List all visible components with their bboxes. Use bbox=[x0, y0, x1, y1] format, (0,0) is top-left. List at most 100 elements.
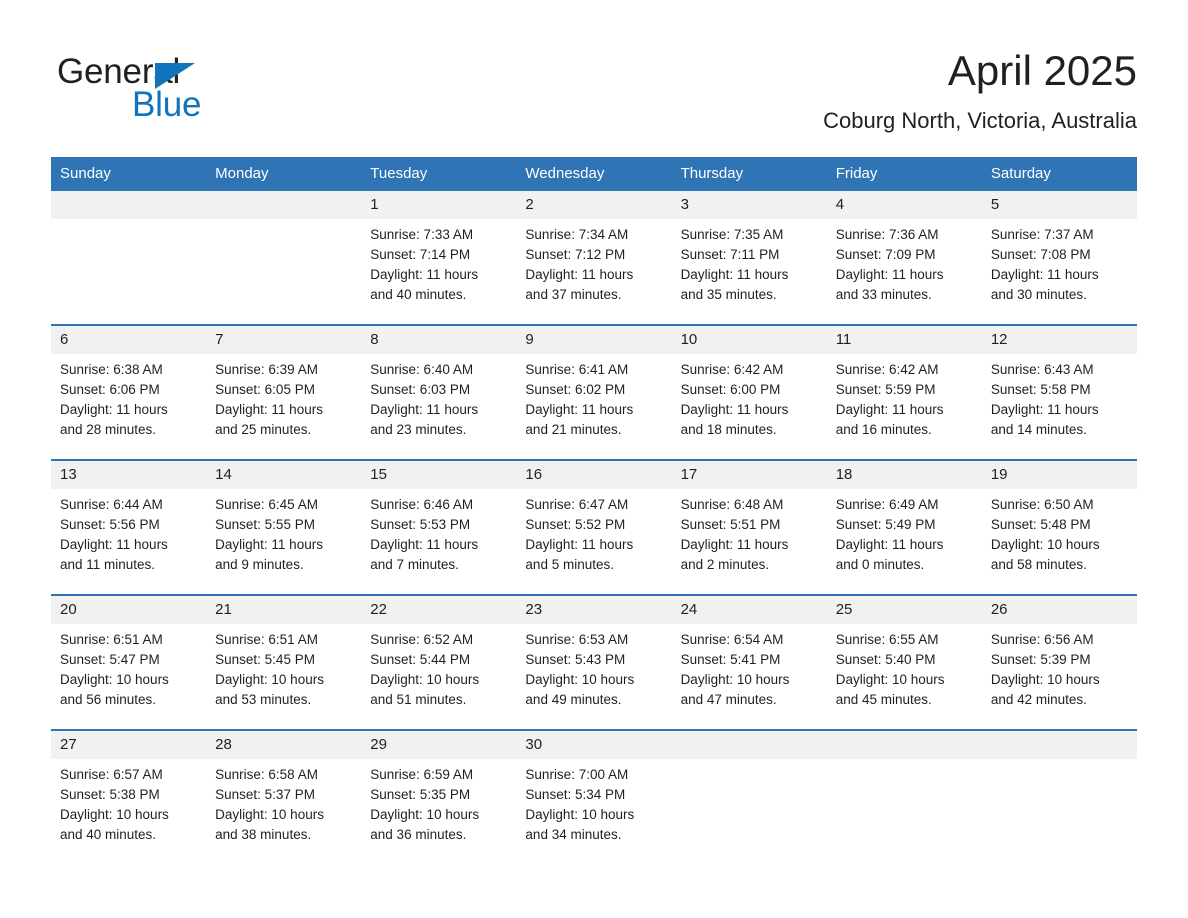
calendar-table: Sunday Monday Tuesday Wednesday Thursday… bbox=[51, 157, 1137, 864]
logo-text-blue: Blue bbox=[132, 85, 202, 124]
day-number: 25 bbox=[826, 596, 982, 624]
day-number: 3 bbox=[671, 191, 827, 219]
page-header: General Blue April 2025 Coburg North, Vi… bbox=[0, 0, 1188, 155]
day-details: Sunrise: 6:58 AM Sunset: 5:37 PM Dayligh… bbox=[215, 767, 324, 842]
day-number: 18 bbox=[826, 461, 982, 489]
day-cell[interactable]: 14 Sunrise: 6:45 AM Sunset: 5:55 PM Dayli… bbox=[206, 459, 362, 595]
day-details: Sunrise: 6:47 AM Sunset: 5:52 PM Dayligh… bbox=[525, 497, 634, 572]
day-cell[interactable]: 11 Sunrise: 6:42 AM Sunset: 5:59 PM Dayli… bbox=[826, 324, 982, 460]
day-cell[interactable]: 4 Sunrise: 7:36 AM Sunset: 7:09 PM Daylig… bbox=[826, 191, 982, 325]
day-details: Sunrise: 6:43 AM Sunset: 5:58 PM Dayligh… bbox=[990, 362, 1099, 437]
day-cell[interactable]: 29 Sunrise: 6:59 AM Sunset: 5:35 PM Dayli… bbox=[361, 729, 517, 864]
day-details: Sunrise: 7:00 AM Sunset: 5:34 PM Dayligh… bbox=[525, 767, 635, 842]
day-number: 9 bbox=[516, 326, 672, 354]
day-number: 21 bbox=[206, 596, 362, 624]
day-cell[interactable]: 2 Sunrise: 7:34 AM Sunset: 7:12 PM Daylig… bbox=[516, 191, 672, 325]
weekday-header-sunday: Sunday bbox=[51, 157, 207, 191]
day-details: Sunrise: 7:34 AM Sunset: 7:12 PM Dayligh… bbox=[525, 227, 634, 302]
title-block: April 2025 Coburg North, Victoria, Austr… bbox=[823, 46, 1137, 135]
day-number: 17 bbox=[671, 461, 827, 489]
day-number: 5 bbox=[981, 191, 1137, 219]
day-cell[interactable]: 5 Sunrise: 7:37 AM Sunset: 7:08 PM Daylig… bbox=[981, 191, 1137, 325]
day-cell[interactable]: 22 Sunrise: 6:52 AM Sunset: 5:44 PM Dayli… bbox=[361, 594, 517, 730]
calendar-page: General Blue April 2025 Coburg North, Vi… bbox=[0, 0, 1188, 918]
day-cell[interactable]: 6 Sunrise: 6:38 AM Sunset: 6:06 PM Daylig… bbox=[51, 324, 207, 460]
general-blue-logo[interactable]: General Blue bbox=[57, 52, 317, 130]
day-details: Sunrise: 6:59 AM Sunset: 5:35 PM Dayligh… bbox=[370, 767, 480, 842]
calendar-week-row: 13 Sunrise: 6:44 AM Sunset: 5:56 PM Dayli… bbox=[51, 459, 1137, 595]
day-details: Sunrise: 7:35 AM Sunset: 7:11 PM Dayligh… bbox=[680, 227, 789, 302]
weekday-header-wednesday: Wednesday bbox=[516, 157, 672, 191]
day-number: 30 bbox=[516, 731, 672, 759]
day-number bbox=[51, 191, 207, 219]
day-cell[interactable]: 17 Sunrise: 6:48 AM Sunset: 5:51 PM Dayli… bbox=[671, 459, 827, 595]
day-cell[interactable]: 13 Sunrise: 6:44 AM Sunset: 5:56 PM Dayli… bbox=[51, 459, 207, 595]
day-cell[interactable]: 27 Sunrise: 6:57 AM Sunset: 5:38 PM Dayli… bbox=[51, 729, 207, 864]
day-cell[interactable]: 24 Sunrise: 6:54 AM Sunset: 5:41 PM Dayli… bbox=[671, 594, 827, 730]
day-cell[interactable]: 15 Sunrise: 6:46 AM Sunset: 5:53 PM Dayli… bbox=[361, 459, 517, 595]
day-cell[interactable]: 7 Sunrise: 6:39 AM Sunset: 6:05 PM Daylig… bbox=[206, 324, 362, 460]
day-number: 2 bbox=[516, 191, 672, 219]
day-details: Sunrise: 6:55 AM Sunset: 5:40 PM Dayligh… bbox=[835, 632, 945, 707]
day-number: 10 bbox=[671, 326, 827, 354]
day-cell[interactable] bbox=[981, 729, 1137, 864]
day-number bbox=[206, 191, 362, 219]
day-details: Sunrise: 6:42 AM Sunset: 6:00 PM Dayligh… bbox=[680, 362, 789, 437]
day-number bbox=[671, 731, 827, 759]
day-cell[interactable]: 30 Sunrise: 7:00 AM Sunset: 5:34 PM Dayli… bbox=[516, 729, 672, 864]
day-number: 13 bbox=[51, 461, 207, 489]
day-number: 1 bbox=[361, 191, 517, 219]
calendar-week-row: 1 Sunrise: 7:33 AM Sunset: 7:14 PM Daylig… bbox=[51, 191, 1137, 325]
calendar-grid: Sunday Monday Tuesday Wednesday Thursday… bbox=[51, 157, 1137, 864]
day-cell[interactable]: 16 Sunrise: 6:47 AM Sunset: 5:52 PM Dayli… bbox=[516, 459, 672, 595]
weekday-header-tuesday: Tuesday bbox=[361, 157, 517, 191]
day-details: Sunrise: 6:48 AM Sunset: 5:51 PM Dayligh… bbox=[680, 497, 789, 572]
day-cell[interactable] bbox=[826, 729, 982, 864]
day-details bbox=[206, 219, 361, 225]
day-cell[interactable]: 20 Sunrise: 6:51 AM Sunset: 5:47 PM Dayli… bbox=[51, 594, 207, 730]
calendar-body: 1 Sunrise: 7:33 AM Sunset: 7:14 PM Daylig… bbox=[51, 191, 1137, 864]
day-number: 20 bbox=[51, 596, 207, 624]
day-details: Sunrise: 6:51 AM Sunset: 5:45 PM Dayligh… bbox=[215, 632, 324, 707]
day-cell[interactable] bbox=[671, 729, 827, 864]
day-details: Sunrise: 6:45 AM Sunset: 5:55 PM Dayligh… bbox=[215, 497, 323, 572]
day-details: Sunrise: 6:56 AM Sunset: 5:39 PM Dayligh… bbox=[990, 632, 1100, 707]
day-number: 19 bbox=[981, 461, 1137, 489]
day-number: 27 bbox=[51, 731, 207, 759]
day-cell[interactable] bbox=[51, 191, 207, 325]
day-cell[interactable]: 1 Sunrise: 7:33 AM Sunset: 7:14 PM Daylig… bbox=[361, 191, 517, 325]
day-cell[interactable]: 9 Sunrise: 6:41 AM Sunset: 6:02 PM Daylig… bbox=[516, 324, 672, 460]
day-number: 8 bbox=[361, 326, 517, 354]
day-cell[interactable]: 28 Sunrise: 6:58 AM Sunset: 5:37 PM Dayli… bbox=[206, 729, 362, 864]
day-details: Sunrise: 6:40 AM Sunset: 6:03 PM Dayligh… bbox=[370, 362, 479, 437]
day-number bbox=[826, 731, 982, 759]
day-cell[interactable]: 23 Sunrise: 6:53 AM Sunset: 5:43 PM Dayli… bbox=[516, 594, 672, 730]
day-number: 24 bbox=[671, 596, 827, 624]
weekday-header-saturday: Saturday bbox=[981, 157, 1137, 191]
day-cell[interactable]: 26 Sunrise: 6:56 AM Sunset: 5:39 PM Dayli… bbox=[981, 594, 1137, 730]
day-number: 28 bbox=[206, 731, 362, 759]
day-details: Sunrise: 6:39 AM Sunset: 6:05 PM Dayligh… bbox=[215, 362, 323, 437]
day-cell[interactable]: 19 Sunrise: 6:50 AM Sunset: 5:48 PM Dayli… bbox=[981, 459, 1137, 595]
day-number: 16 bbox=[516, 461, 672, 489]
day-number: 29 bbox=[361, 731, 517, 759]
day-cell[interactable] bbox=[206, 191, 362, 325]
day-cell[interactable]: 12 Sunrise: 6:43 AM Sunset: 5:58 PM Dayli… bbox=[981, 324, 1137, 460]
day-details: Sunrise: 7:37 AM Sunset: 7:08 PM Dayligh… bbox=[990, 227, 1099, 302]
day-cell[interactable]: 8 Sunrise: 6:40 AM Sunset: 6:03 PM Daylig… bbox=[361, 324, 517, 460]
day-number: 7 bbox=[206, 326, 362, 354]
day-details: Sunrise: 6:42 AM Sunset: 5:59 PM Dayligh… bbox=[835, 362, 944, 437]
day-cell[interactable]: 21 Sunrise: 6:51 AM Sunset: 5:45 PM Dayli… bbox=[206, 594, 362, 730]
day-cell[interactable]: 10 Sunrise: 6:42 AM Sunset: 6:00 PM Dayli… bbox=[671, 324, 827, 460]
day-cell[interactable]: 25 Sunrise: 6:55 AM Sunset: 5:40 PM Dayli… bbox=[826, 594, 982, 730]
day-details: Sunrise: 6:51 AM Sunset: 5:47 PM Dayligh… bbox=[60, 632, 169, 707]
weekday-header-friday: Friday bbox=[826, 157, 982, 191]
day-number: 26 bbox=[981, 596, 1137, 624]
day-details: Sunrise: 6:57 AM Sunset: 5:38 PM Dayligh… bbox=[60, 767, 169, 842]
day-number: 12 bbox=[981, 326, 1137, 354]
day-cell[interactable]: 3 Sunrise: 7:35 AM Sunset: 7:11 PM Daylig… bbox=[671, 191, 827, 325]
day-cell[interactable]: 18 Sunrise: 6:49 AM Sunset: 5:49 PM Dayli… bbox=[826, 459, 982, 595]
calendar-week-row: 20 Sunrise: 6:51 AM Sunset: 5:47 PM Dayli… bbox=[51, 594, 1137, 730]
day-details: Sunrise: 7:36 AM Sunset: 7:09 PM Dayligh… bbox=[835, 227, 944, 302]
day-details bbox=[982, 759, 1137, 765]
